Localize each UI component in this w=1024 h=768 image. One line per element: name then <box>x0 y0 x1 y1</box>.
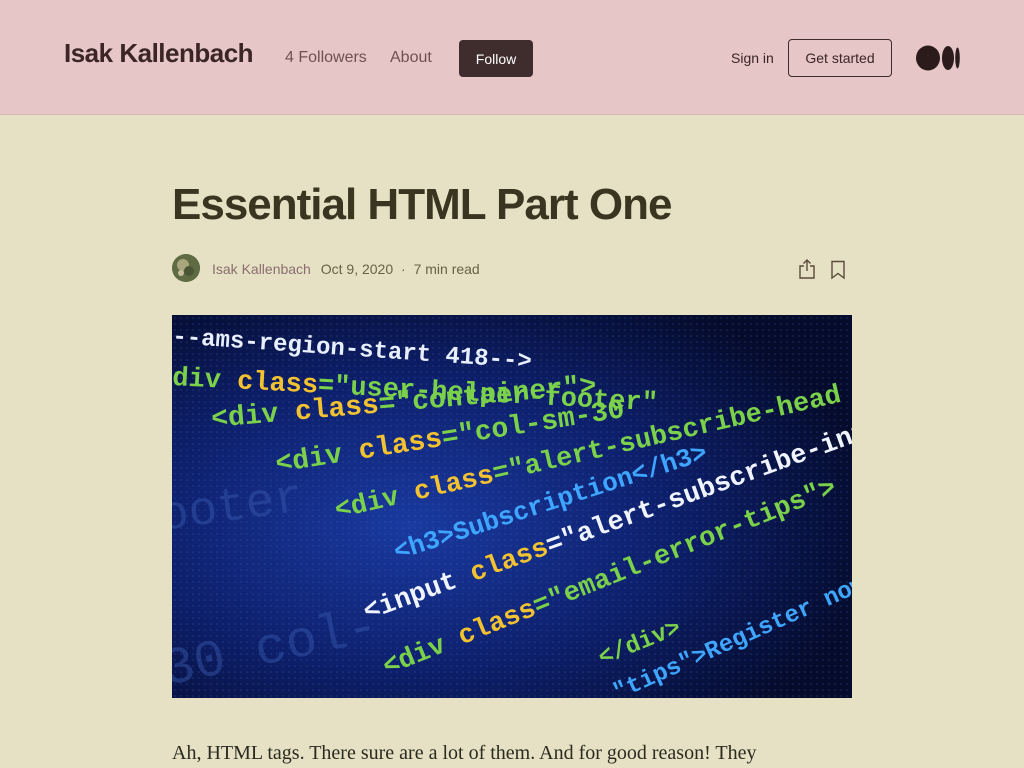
meta-separator: · <box>401 261 406 277</box>
publish-date: Oct 9, 2020 <box>320 261 394 277</box>
about-link[interactable]: About <box>390 49 432 67</box>
get-started-button[interactable]: Get started <box>788 39 892 77</box>
top-bar: Isak Kallenbach 4 Followers About Follow… <box>0 0 1024 115</box>
publication-title[interactable]: Isak Kallenbach <box>64 38 254 69</box>
medium-logo-icon[interactable] <box>916 44 960 72</box>
article-intro-paragraph: Ah, HTML tags. There sure are a lot of t… <box>172 742 757 764</box>
read-time: 7 min read <box>413 261 480 277</box>
author-avatar[interactable] <box>172 254 200 282</box>
bookmark-icon[interactable] <box>830 260 846 280</box>
share-icon[interactable] <box>797 258 817 280</box>
hero-code-illustration: ooter 30 col- --ams-region-start 418-->d… <box>172 315 852 698</box>
article-meta: Isak Kallenbach Oct 9, 2020 · 7 min read <box>212 261 480 277</box>
sign-in-link[interactable]: Sign in <box>731 50 774 66</box>
article-title: Essential HTML Part One <box>172 180 672 229</box>
hero-code-image: ooter 30 col- --ams-region-start 418--> d… <box>172 315 852 698</box>
author-name-link[interactable]: Isak Kallenbach <box>212 261 311 277</box>
follow-button[interactable]: Follow <box>459 40 533 77</box>
followers-link[interactable]: 4 Followers <box>285 49 367 67</box>
